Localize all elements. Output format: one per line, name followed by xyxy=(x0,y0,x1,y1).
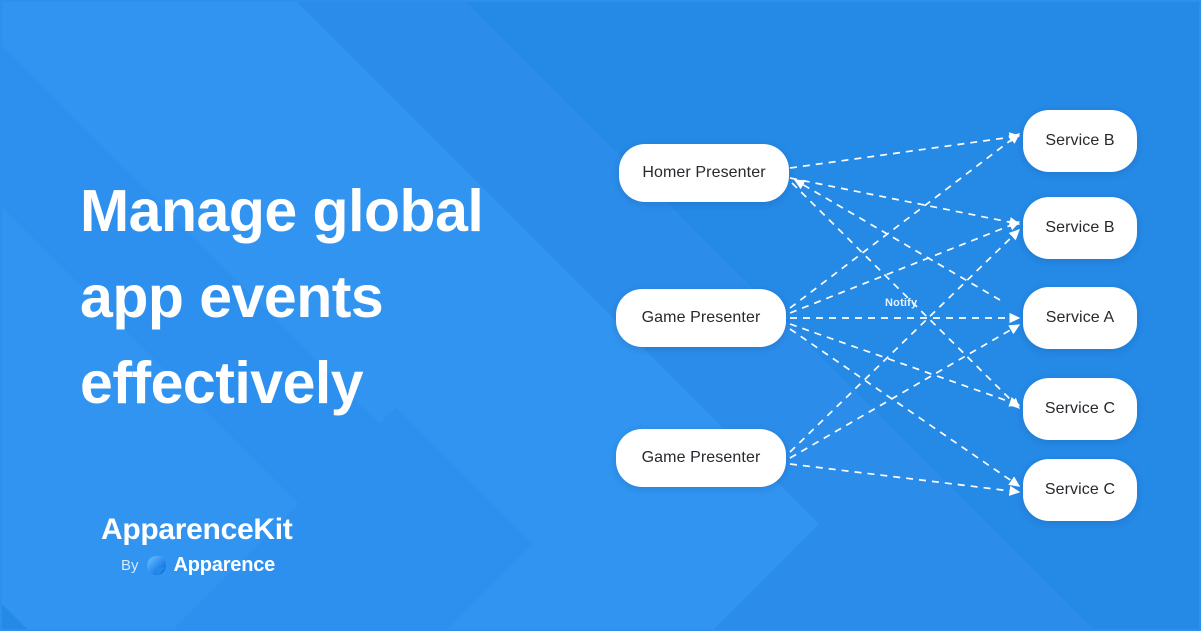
notify-edge-label: Notify xyxy=(885,297,918,309)
node-service[interactable]: Service A xyxy=(1023,287,1137,349)
diagram-edge xyxy=(789,133,1021,309)
node-label: Service B xyxy=(1045,132,1115,149)
diagram-edge xyxy=(789,177,1021,228)
diagram-edge xyxy=(789,229,1020,453)
node-service[interactable]: Service C xyxy=(1023,459,1137,521)
diagram-edges xyxy=(789,132,1021,496)
node-service[interactable]: Service B xyxy=(1023,110,1137,172)
node-presenter[interactable]: Game Presenter xyxy=(616,289,786,347)
diagram-edge xyxy=(789,463,1021,496)
node-label: Service A xyxy=(1045,309,1115,326)
node-label: Game Presenter xyxy=(641,309,761,326)
diagram-edge xyxy=(793,179,1001,301)
diagram-edge xyxy=(789,323,1021,407)
node-service[interactable]: Service B xyxy=(1023,197,1137,259)
event-flow-diagram: Homer Presenter Game Presenter Game Pres… xyxy=(0,0,1201,631)
hero-banner: Manage global app events effectively App… xyxy=(0,0,1201,631)
node-label: Homer Presenter xyxy=(642,164,766,181)
node-label: Service B xyxy=(1045,219,1115,236)
node-service[interactable]: Service C xyxy=(1023,378,1137,440)
node-label: Service C xyxy=(1044,481,1116,498)
node-label: Game Presenter xyxy=(641,449,761,466)
node-label: Service C xyxy=(1044,400,1116,417)
node-presenter[interactable]: Game Presenter xyxy=(616,429,786,487)
diagram-edge xyxy=(789,328,1021,487)
diagram-edge xyxy=(789,132,1021,169)
node-presenter[interactable]: Homer Presenter xyxy=(619,144,789,202)
diagram-edge xyxy=(789,324,1021,459)
